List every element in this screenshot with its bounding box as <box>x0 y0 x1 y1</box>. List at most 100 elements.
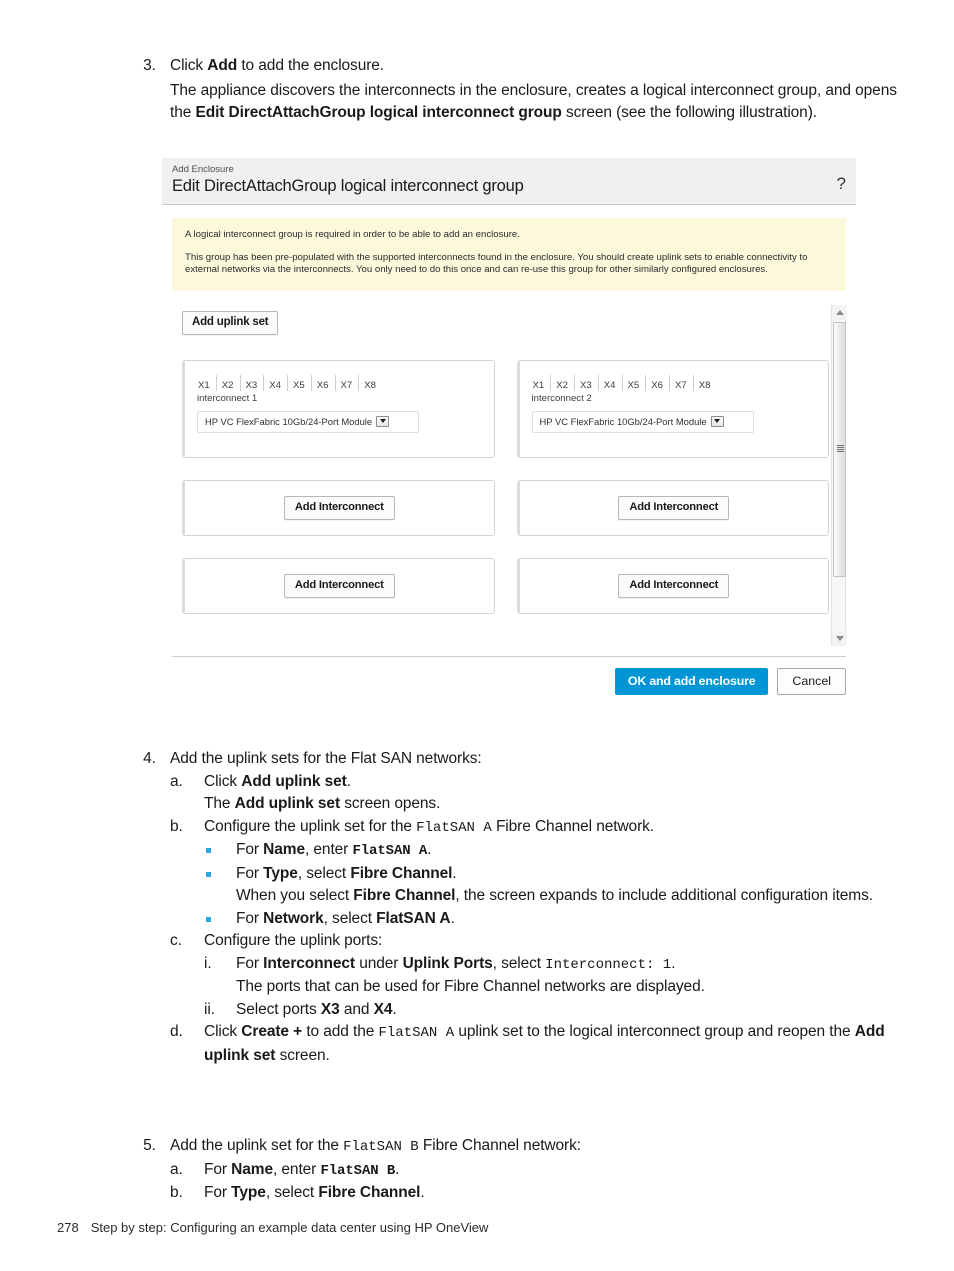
chevron-down-icon[interactable] <box>376 415 390 427</box>
port-x6[interactable]: X6 <box>645 374 669 391</box>
port-x3[interactable]: X3 <box>574 374 598 391</box>
cii-post: . <box>392 1000 397 1018</box>
add-interconnect-slot-right-1[interactable]: Add Interconnect <box>516 479 829 536</box>
b2-sub-pre: When you select <box>236 887 354 904</box>
help-icon[interactable]: ? <box>837 174 846 194</box>
b2-bold2: Fibre Channel <box>350 864 453 882</box>
ci-pre: For <box>236 954 264 972</box>
info-banner-paragraph-2: This group has been pre-populated with t… <box>185 251 808 276</box>
add-interconnect-slot-left-1[interactable]: Add Interconnect <box>182 479 495 536</box>
interconnect-column-left: X1 X2 X3 X4 X5 X6 X7 X8 interconnect 1 H… <box>182 359 495 614</box>
b1-bold: Name <box>263 841 305 858</box>
b2-bold: Type <box>263 864 298 882</box>
port-x3[interactable]: X3 <box>239 374 264 391</box>
d-pre: Click <box>204 1023 242 1040</box>
b2-sub-bold: Fibre Channel <box>353 887 456 904</box>
step-3-line-2-post: screen (see the following illustration). <box>561 104 817 121</box>
s5a-mono: FlatSAN B <box>320 1162 396 1179</box>
s5a-bold: Name <box>231 1160 273 1178</box>
ok-and-add-enclosure-button[interactable]: OK and add enclosure <box>614 667 769 695</box>
port-x5[interactable]: X5 <box>621 374 646 391</box>
step-4a-line-2-bold: Add uplink set <box>234 795 341 812</box>
port-x5[interactable]: X5 <box>287 374 311 391</box>
dialog-header: Add Enclosure Edit DirectAttachGroup log… <box>162 158 856 205</box>
step-4b-bullet-2-note: When you select Fibre Channel, the scree… <box>236 885 910 908</box>
s5b-mid: , select <box>265 1184 319 1201</box>
port-x1[interactable]: X1 <box>197 375 216 391</box>
scroll-down-arrow-icon[interactable] <box>832 630 847 646</box>
step-4c-marker: c. <box>170 932 182 949</box>
ci-bold1: Interconnect <box>263 954 355 972</box>
scroll-up-arrow-icon[interactable] <box>832 304 847 320</box>
port-x4[interactable]: X4 <box>597 374 622 391</box>
d-mid2: uplink set to the logical interconnect g… <box>454 1023 855 1040</box>
step-4c-ii: ii. Select ports X3 and X4. <box>204 999 910 1022</box>
interconnect-grid: X1 X2 X3 X4 X5 X6 X7 X8 interconnect 1 H… <box>172 359 829 614</box>
page-footer: 278 Step by step: Configuring an example… <box>57 1220 488 1235</box>
ci-mono: Interconnect: 1 <box>545 956 672 973</box>
step-4d-marker: d. <box>170 1023 183 1040</box>
step-4a-line-1-post: . <box>346 772 351 790</box>
dialog-breadcrumb: Add Enclosure <box>172 164 234 175</box>
port-x2[interactable]: X2 <box>215 374 240 391</box>
add-interconnect-slot-left-2[interactable]: Add Interconnect <box>182 557 495 614</box>
port-row-1: X1 X2 X3 X4 X5 X6 X7 X8 <box>197 374 482 391</box>
cii-mid: and <box>339 1000 374 1018</box>
info-banner-paragraph-1: A logical interconnect group is required… <box>185 229 520 240</box>
step-4a-line-2: The Add uplink set screen opens. <box>204 793 910 816</box>
step-4a-line-1-bold: Add uplink set <box>241 772 347 790</box>
port-x2[interactable]: X2 <box>550 374 574 391</box>
interconnect-2-module-value: HP VC FlexFabric 10Gb/24-Port Module <box>539 415 707 427</box>
add-interconnect-button-right-1[interactable]: Add Interconnect <box>618 495 730 520</box>
s5b-post: . <box>420 1184 425 1201</box>
interconnect-card-1[interactable]: X1 X2 X3 X4 X5 X6 X7 X8 interconnect 1 H… <box>182 359 495 458</box>
add-interconnect-button-left-1[interactable]: Add Interconnect <box>283 495 395 520</box>
interconnect-1-module-select[interactable]: HP VC FlexFabric 10Gb/24-Port Module <box>197 410 419 433</box>
add-interconnect-button-right-2[interactable]: Add Interconnect <box>618 573 730 598</box>
b2-pre: For <box>236 864 264 882</box>
vertical-scrollbar[interactable] <box>831 304 847 646</box>
interconnect-2-module-select[interactable]: HP VC FlexFabric 10Gb/24-Port Module <box>531 410 754 433</box>
interconnect-column-right: X1 X2 X3 X4 X5 X6 X7 X8 interconnect 2 H… <box>516 359 829 614</box>
add-interconnect-button-left-2[interactable]: Add Interconnect <box>283 573 395 598</box>
dialog-footer: OK and add enclosure Cancel <box>162 657 856 703</box>
step-4b: b. Configure the uplink set for the Flat… <box>170 816 910 931</box>
step-4a-line-1-pre: Click <box>204 772 242 790</box>
step-4b-bullet-3: For Network, select FlatSAN A. <box>204 908 910 931</box>
s5a-post: . <box>395 1160 400 1178</box>
port-x4[interactable]: X4 <box>263 374 287 391</box>
step-4d-line: Click Create + to add the FlatSAN A upli… <box>204 1021 910 1067</box>
step-4c-intro: Configure the uplink ports: <box>204 932 383 949</box>
port-x7[interactable]: X7 <box>669 374 693 391</box>
port-x8[interactable]: X8 <box>358 374 382 391</box>
port-x1[interactable]: X1 <box>532 375 551 391</box>
port-x7[interactable]: X7 <box>334 374 359 391</box>
s5a-pre: For <box>204 1160 232 1178</box>
page-footer-title: Step by step: Configuring an example dat… <box>90 1220 489 1235</box>
step-3-line-1-pre: Click <box>170 57 208 74</box>
step-4c-i-marker: i. <box>204 954 212 972</box>
port-x8[interactable]: X8 <box>692 374 717 391</box>
cii-bold2: X4 <box>373 1000 393 1018</box>
chevron-down-icon[interactable] <box>710 415 724 427</box>
add-interconnect-slot-right-2[interactable]: Add Interconnect <box>516 557 829 614</box>
step-4c-i-line: For Interconnect under Uplink Ports, sel… <box>236 953 910 977</box>
step-5-intro: Add the uplink set for the FlatSAN B Fib… <box>170 1135 910 1159</box>
interconnect-card-2[interactable]: X1 X2 X3 X4 X5 X6 X7 X8 interconnect 2 H… <box>516 359 829 458</box>
ci-mid: under <box>355 954 403 972</box>
b3-pre: For <box>236 909 264 927</box>
step-4a-line-2-pre: The <box>204 795 235 812</box>
step-4: 4. Add the uplink sets for the Flat SAN … <box>120 748 910 1067</box>
step-5: 5. Add the uplink set for the FlatSAN B … <box>120 1135 910 1205</box>
scrollbar-thumb[interactable] <box>833 321 846 577</box>
port-x6[interactable]: X6 <box>310 374 335 391</box>
d-mid: to add the <box>302 1023 379 1040</box>
dialog-title: Edit DirectAttachGroup logical interconn… <box>172 177 524 195</box>
step-4-number: 4. <box>143 750 156 767</box>
step-4b-bullet-2-text: For Type, select Fibre Channel. <box>236 863 910 886</box>
interconnect-1-module-value: HP VC FlexFabric 10Gb/24-Port Module <box>205 415 373 427</box>
cancel-button[interactable]: Cancel <box>777 667 846 695</box>
add-uplink-set-button[interactable]: Add uplink set <box>182 310 279 335</box>
step-4b-line-post: Fibre Channel network. <box>491 817 654 835</box>
d-bold: Create + <box>241 1023 303 1040</box>
